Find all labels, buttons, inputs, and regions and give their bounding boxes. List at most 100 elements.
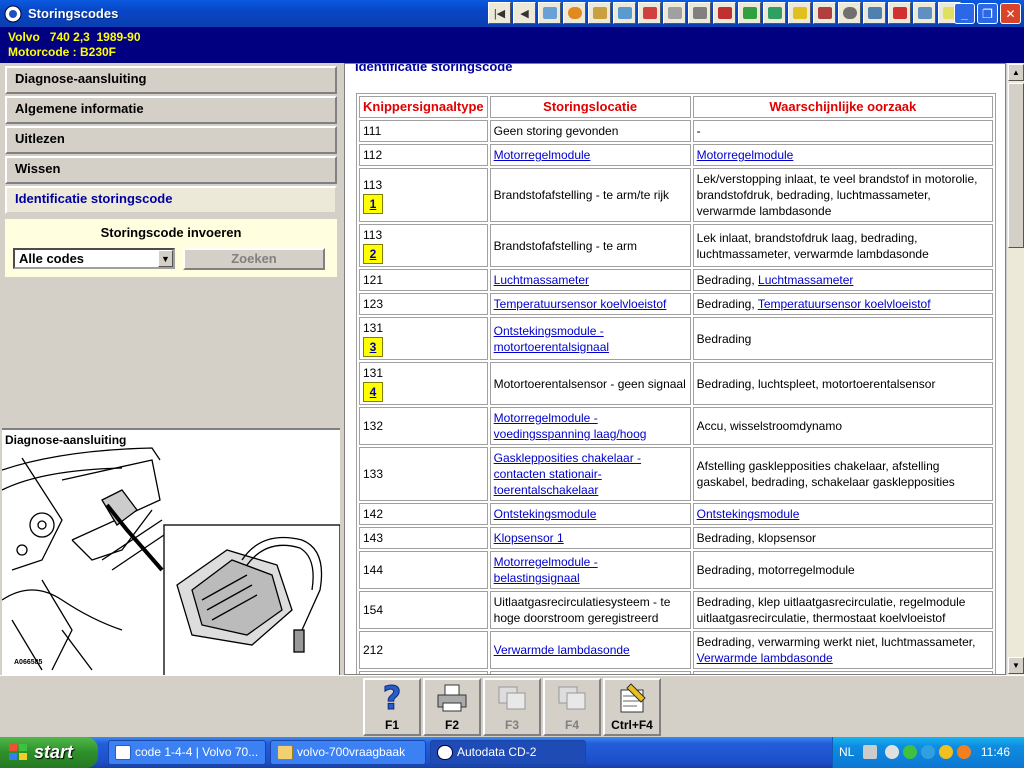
tool-icon-6[interactable] — [663, 2, 686, 24]
tool-icon-16[interactable] — [913, 2, 936, 24]
f4-label: F4 — [564, 718, 579, 732]
component-link[interactable]: Motorregelmodule — [697, 148, 794, 162]
flash-pattern-button[interactable]: 4 — [363, 382, 383, 402]
previous-icon[interactable]: ◀ — [513, 2, 536, 24]
component-link[interactable]: Verwarmde lambdasonde — [697, 651, 833, 665]
scroll-up-icon[interactable]: ▲ — [1008, 64, 1024, 81]
f1-help-button[interactable]: ? F1 — [363, 678, 421, 736]
component-link[interactable]: Verwarmde lambdasonde — [494, 643, 630, 657]
cell-text: Bedrading, — [696, 273, 759, 287]
scroll-down-icon[interactable]: ▼ — [1008, 657, 1024, 674]
tool-icon-1[interactable] — [538, 2, 561, 24]
restore-icon[interactable]: ❐ — [977, 3, 998, 24]
component-link[interactable]: Temperatuursensor koelvloeistof — [494, 297, 667, 311]
ctrl-f4-edit-button[interactable]: Ctrl+F4 — [603, 678, 661, 736]
minimize-icon[interactable]: _ — [954, 3, 975, 24]
cell-text: Uitlaatgasrecirculatiesysteem - te hoge … — [493, 595, 671, 625]
fault-code: 143 — [363, 531, 384, 545]
tool-icon-15[interactable] — [888, 2, 911, 24]
tool-icon-12[interactable] — [813, 2, 836, 24]
security-icon[interactable] — [939, 745, 953, 759]
cell-cause: - — [692, 120, 993, 142]
cell-code: 123 — [359, 293, 488, 315]
start-button[interactable]: start — [0, 737, 98, 768]
component-link[interactable]: Ontstekingsmodule — [494, 507, 597, 521]
task-browser[interactable]: code 1-4-4 | Volvo 70... — [108, 740, 266, 765]
tool-icon-5[interactable] — [638, 2, 661, 24]
vehicle-info: Volvo 740 2,3 1989-90 Motorcode : B230F — [0, 27, 1024, 63]
tool-icon-14[interactable] — [863, 2, 886, 24]
task-autodata[interactable]: Autodata CD-2 — [430, 740, 586, 765]
flash-pattern-button[interactable]: 2 — [363, 244, 383, 264]
tool-icon-13[interactable] — [838, 2, 861, 24]
tool-icon-2[interactable] — [563, 2, 586, 24]
edit-icon — [620, 683, 646, 713]
fault-code: 142 — [363, 507, 384, 521]
cell-cause: Lek/verstopping inlaat, te veel brandsto… — [692, 168, 993, 222]
tool-icon-4[interactable] — [613, 2, 636, 24]
network-icon[interactable] — [903, 745, 917, 759]
code-select[interactable]: Alle codes ▼ — [13, 248, 175, 269]
tool-icon-7[interactable] — [688, 2, 711, 24]
column-header-knippersignaaltype: Knippersignaaltype — [359, 96, 488, 118]
component-link[interactable]: Ontstekingsmodule — [697, 507, 800, 521]
nav-uitlezen[interactable]: Uitlezen — [5, 126, 337, 154]
flash-pattern-button[interactable]: 3 — [363, 337, 383, 357]
component-link[interactable]: Motorregelmodule - voedingsspanning laag… — [494, 411, 647, 441]
scroll-thumb[interactable] — [1008, 83, 1024, 248]
cell-text: Afstelling gasklepposities chakelaar, af… — [696, 459, 955, 489]
table-row: 133 Gasklepposities chakelaar - contacten… — [359, 447, 993, 501]
content-scrollbar[interactable]: ▲ ▼ — [1006, 63, 1024, 675]
system-tray: NL 11:46 — [832, 737, 1024, 768]
component-link[interactable]: Klopsensor 1 — [494, 531, 564, 545]
cell-cause: Motorregelmodule — [692, 144, 993, 166]
component-link[interactable]: Luchtmassameter — [758, 273, 853, 287]
table-row: 131 3 Ontstekingsmodule - motortoerentalsi… — [359, 317, 993, 360]
search-button[interactable]: Zoeken — [183, 248, 325, 270]
language-indicator[interactable]: NL — [839, 745, 854, 759]
cell-code: 154 — [359, 591, 488, 629]
table-row: 212 Verwarmde lambdasonde Bedrading, verwa… — [359, 631, 993, 669]
nav-diagnose-aansluiting[interactable]: Diagnose-aansluiting — [5, 66, 337, 94]
component-link[interactable]: Ontstekingsmodule - motortoerentalsignaa… — [494, 324, 609, 354]
first-record-icon[interactable]: |◀ — [488, 2, 511, 24]
svg-text:?: ? — [383, 681, 402, 715]
component-link[interactable]: Gasklepposities chakelaar - contacten st… — [494, 451, 641, 497]
messenger-icon[interactable] — [921, 745, 935, 759]
flash-pattern-button[interactable]: 1 — [363, 193, 383, 214]
update-icon[interactable] — [957, 745, 971, 759]
tool-icon-10[interactable] — [763, 2, 786, 24]
component-link[interactable]: Motorregelmodule - belastingsignaal — [494, 555, 598, 585]
cell-code: 142 — [359, 503, 488, 525]
component-link[interactable]: Temperatuursensor koelvloeistof — [758, 297, 931, 311]
f4-copy-button[interactable]: F4 — [543, 678, 601, 736]
f2-print-button[interactable]: F2 — [423, 678, 481, 736]
fault-code: 113 — [363, 177, 383, 192]
nav-algemene-informatie[interactable]: Algemene informatie — [5, 96, 337, 124]
cell-location: Verwarmde lambdasonde — [489, 631, 691, 669]
component-link[interactable]: Luchtmassameter — [494, 273, 589, 287]
tool-icon-11[interactable] — [788, 2, 811, 24]
close-icon[interactable]: ✕ — [1000, 3, 1021, 24]
clock: 11:46 — [980, 745, 1010, 759]
tool-icon-9[interactable] — [738, 2, 761, 24]
chevron-left-icon[interactable] — [885, 745, 899, 759]
cell-code: 212 — [359, 631, 488, 669]
diagram-panel: Diagnose-aansluiting A066585 — [2, 428, 340, 675]
task-folder[interactable]: volvo-700vraagbaak — [270, 740, 426, 765]
component-link[interactable]: Motorregelmodule — [494, 148, 591, 162]
cell-text: Bedrading — [696, 331, 752, 346]
chevron-down-icon[interactable]: ▼ — [158, 250, 173, 267]
keyboard-icon[interactable] — [863, 745, 877, 759]
fault-code: 133 — [363, 467, 384, 481]
cell-code: 144 — [359, 551, 488, 589]
f3-copy-button[interactable]: F3 — [483, 678, 541, 736]
ctrl-f4-label: Ctrl+F4 — [611, 718, 653, 732]
tool-icon-3[interactable] — [588, 2, 611, 24]
tool-icon-8[interactable] — [713, 2, 736, 24]
function-key-bar: ? F1 F2 F3 F4 Ctrl+F4 — [0, 675, 1024, 737]
nav-wissen[interactable]: Wissen — [5, 156, 337, 184]
task-folder-label: volvo-700vraagbaak — [297, 745, 406, 759]
nav-identificatie-storingscode[interactable]: Identificatie storingscode — [5, 186, 337, 214]
cell-cause: Bedrading, Temperatuursensor koelvloeist… — [692, 293, 993, 315]
